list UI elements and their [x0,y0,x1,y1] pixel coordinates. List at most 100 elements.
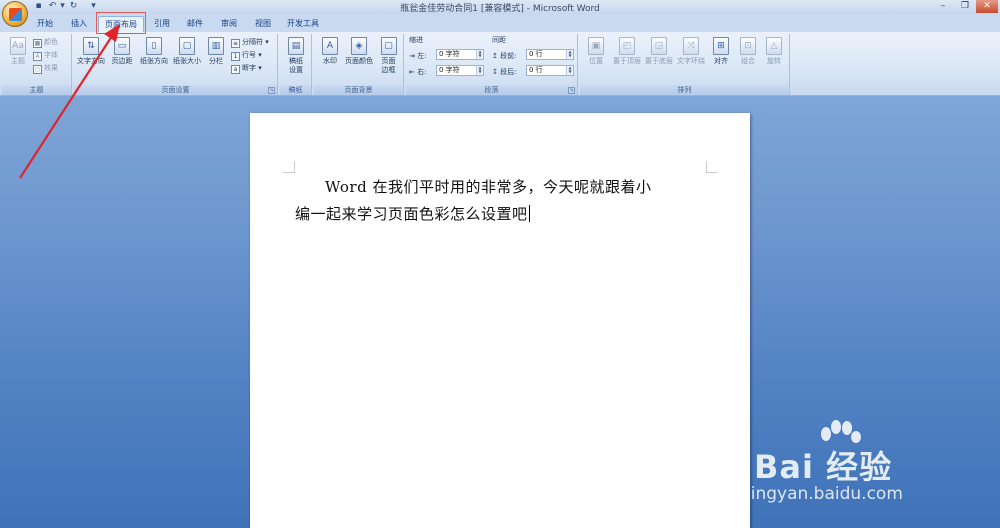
indent-right-spinner[interactable]: ▲ ▼ [476,66,483,75]
group-page-setup: ⇅ 文字方向 ▭ 页边距 ▯ 纸张方向 ▢ 纸张大小 ▥ 分栏 ≡ 分隔符 ▾ 1 行号 ▾ … [74,34,278,95]
group-icon: ⊡ [740,37,756,55]
page-size-button[interactable]: ▢ 纸张大小 [171,35,203,83]
tab-insert[interactable]: 插入 [64,16,94,32]
theme-colors-button[interactable]: ■ 颜色 [33,37,58,48]
page-size-icon: ▢ [179,37,195,55]
align-icon: ⊞ [713,37,729,55]
spacing-before-spinner[interactable]: ▲ ▼ [566,50,573,59]
watermark-button[interactable]: A 水印 [315,35,345,83]
group-label-draft: 稿纸 [280,85,311,95]
group-label-paragraph: 段落 [406,85,577,95]
group-arrange: ▣ 位置 ◰ 置于顶层 ◲ 置于底层 ⤨ 文字环绕 ⊞ 对齐 ⊡ 组合 △ 旋转 排列 [580,34,790,95]
colors-icon: ■ [33,39,42,48]
active-tab-highlight [96,12,146,34]
margins-button[interactable]: ▭ 页边距 [107,35,137,83]
theme-fonts-button[interactable]: A 字体 [33,50,58,61]
spacing-title: 间距 [492,36,506,44]
margin-corner-top-left [283,161,295,173]
breaks-icon: ≡ [231,39,240,48]
restore-button[interactable]: ❐ [954,0,976,13]
bring-to-front-button[interactable]: ◰ 置于顶层 [611,35,643,83]
theme-button[interactable]: Aa 主题 [4,35,32,83]
tab-mailings[interactable]: 邮件 [180,16,210,32]
tab-home[interactable]: 开始 [30,16,60,32]
group-label-arrange: 排列 [580,85,789,95]
indent-title: 缩进 [409,36,423,44]
title-bar: ▪ ↶ ▾ ↻ ▾ 瓶瓮金佳劳动合同1 [兼容模式] - Microsoft W… [0,0,1000,14]
spacing-before-icon: ↥ [492,52,498,60]
indent-right-label: ⇤ 右: [409,68,427,76]
text-wrapping-button[interactable]: ⤨ 文字环绕 [675,35,707,83]
document-line-2: 编一起来学习页面色彩怎么设置吧 [295,205,530,223]
page-borders-icon: ▢ [380,37,397,55]
minimize-button[interactable]: – [932,0,954,13]
orientation-icon: ▯ [146,37,162,55]
text-caret [528,205,530,222]
indent-right-input[interactable]: 0 字符 ▲ ▼ [436,65,484,76]
spacing-before-input[interactable]: 0 行 ▲ ▼ [526,49,574,60]
document-line-1: Word 在我们平时用的非常多，今天呢就跟着小 [325,178,652,196]
position-icon: ▣ [588,37,604,55]
group-button[interactable]: ⊡ 组合 [735,35,761,83]
margins-icon: ▭ [114,37,130,55]
page-color-button[interactable]: ◈ 页面颜色 [343,35,375,83]
group-draft: ▤ 稿纸 设置 稿纸 [280,34,312,95]
send-to-back-button[interactable]: ◲ 置于底层 [643,35,675,83]
tab-review[interactable]: 审阅 [214,16,244,32]
spacing-after-icon: ↧ [492,68,498,76]
columns-icon: ▥ [208,37,224,55]
group-page-background: A 水印 ◈ 页面颜色 ▢ 页面 边框 页面背景 [314,34,404,95]
spacing-after-input[interactable]: 0 行 ▲ ▼ [526,65,574,76]
watermark-brand: Bai 经验 [754,448,893,486]
group-theme: Aa 主题 ■ 颜色 A 字体 ○ 效果 主题 [2,34,72,95]
baidu-watermark: Bai 经验 jingyan.baidu.com [746,420,986,520]
draft-paper-icon: ▤ [288,37,304,55]
rotate-icon: △ [766,37,782,55]
effects-icon: ○ [33,65,42,74]
page-color-icon: ◈ [351,37,367,55]
indent-left-input[interactable]: 0 字符 ▲ ▼ [436,49,484,60]
breaks-button[interactable]: ≡ 分隔符 ▾ [231,37,269,48]
orientation-button[interactable]: ▯ 纸张方向 [138,35,170,83]
ribbon-tabs: 开始 插入 页面布局 引用 邮件 审阅 视图 开发工具 [0,14,1000,32]
group-label-page-background: 页面背景 [314,85,403,95]
spacing-before-label: ↥ 段前: [492,52,517,60]
columns-button[interactable]: ▥ 分栏 [204,35,228,83]
watermark-url: jingyan.baidu.com [746,484,903,504]
indent-left-label: ⇥ 左: [409,52,427,60]
spacing-after-label: ↧ 段后: [492,68,517,76]
send-to-back-icon: ◲ [651,37,667,55]
line-numbers-button[interactable]: 1 行号 ▾ [231,50,262,61]
tab-references[interactable]: 引用 [148,16,176,32]
text-direction-button[interactable]: ⇅ 文字方向 [76,35,106,83]
position-button[interactable]: ▣ 位置 [581,35,611,83]
office-logo-icon [9,8,22,21]
margin-corner-top-right [706,161,718,173]
indent-right-icon: ⇤ [409,68,415,76]
rotate-button[interactable]: △ 旋转 [761,35,787,83]
ribbon: Aa 主题 ■ 颜色 A 字体 ○ 效果 主题 ⇅ 文字方向 ▭ 页边距 ▯ 纸张方向 ▢ 纸… [0,32,1000,96]
tab-developer[interactable]: 开发工具 [282,16,324,32]
watermark-icon: A [322,37,338,55]
page-setup-launcher-icon[interactable]: ↘ [268,87,275,94]
hyphenation-icon: a [231,65,240,74]
align-button[interactable]: ⊞ 对齐 [708,35,734,83]
page-borders-button[interactable]: ▢ 页面 边框 [375,35,402,83]
group-label-page-setup: 页面设置 [74,85,277,95]
office-button[interactable] [2,1,28,27]
paragraph-launcher-icon[interactable]: ↘ [568,87,575,94]
theme-effects-button[interactable]: ○ 效果 [33,63,58,74]
document-body-text[interactable]: Word 在我们平时用的非常多，今天呢就跟着小 编一起来学习页面色彩怎么设置吧 [295,174,715,228]
spacing-after-spinner[interactable]: ▲ ▼ [566,66,573,75]
draft-paper-button[interactable]: ▤ 稿纸 设置 [281,35,311,83]
indent-left-icon: ⇥ [409,52,415,60]
line-numbers-icon: 1 [231,52,240,61]
theme-icon: Aa [10,37,26,55]
hyphenation-button[interactable]: a 断字 ▾ [231,63,262,74]
tab-view[interactable]: 视图 [248,16,278,32]
fonts-icon: A [33,52,42,61]
close-button[interactable]: ✕ [976,0,998,13]
indent-left-spinner[interactable]: ▲ ▼ [476,50,483,59]
group-label-theme: 主题 [2,85,71,95]
text-wrapping-icon: ⤨ [683,37,699,55]
